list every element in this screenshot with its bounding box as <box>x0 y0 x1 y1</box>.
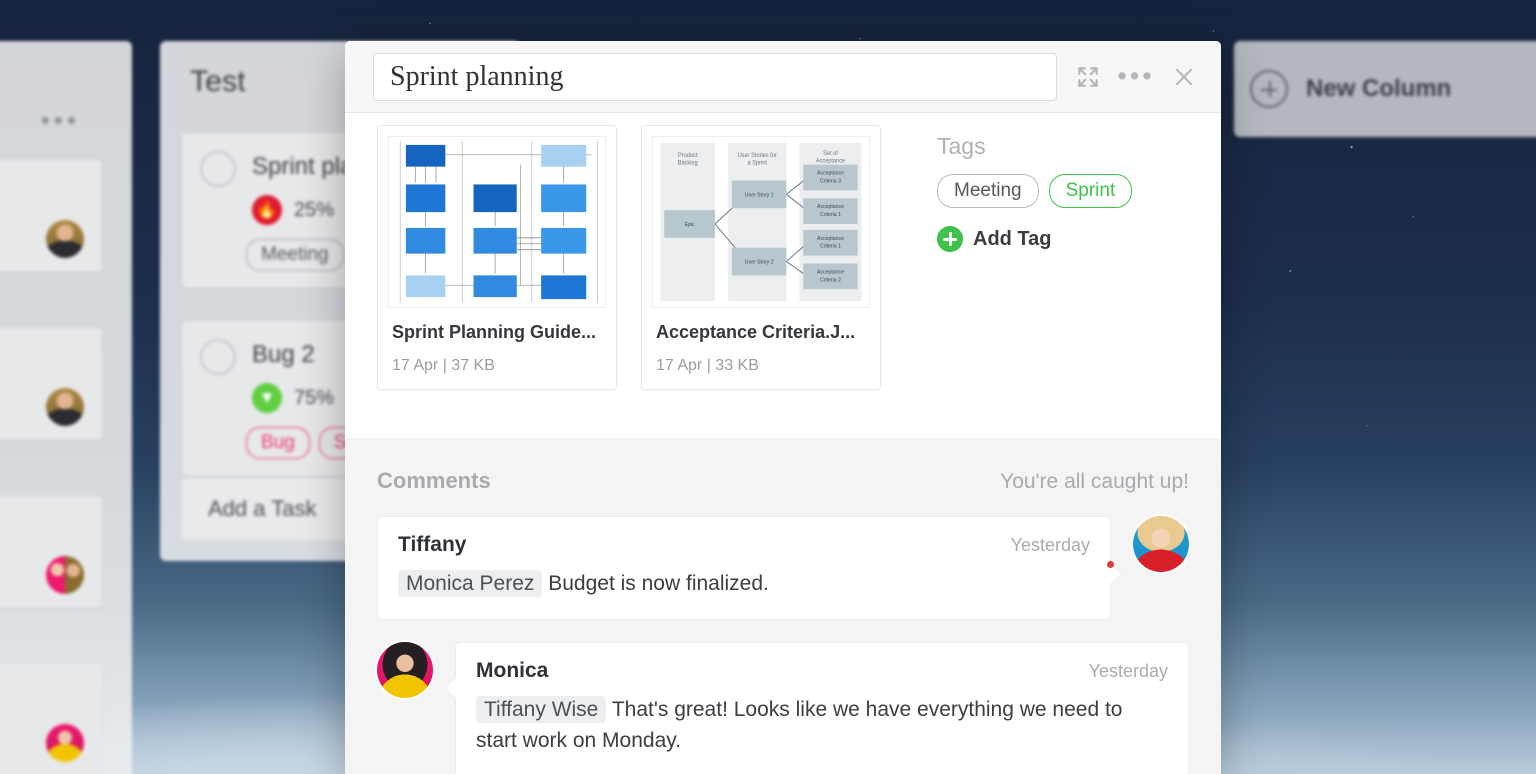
comment-time: Yesterday <box>1010 535 1090 555</box>
svg-text:User Story 1: User Story 1 <box>745 192 774 198</box>
comment-author: Tiffany <box>398 533 467 556</box>
board-card[interactable]: 25 May <box>0 496 102 608</box>
attachment-name: Acceptance Criteria.J... <box>656 322 856 342</box>
avatar <box>46 724 84 762</box>
comment-bubble[interactable]: Tiffany Yesterday Monica Perez Budget is… <box>377 516 1121 621</box>
close-icon[interactable] <box>1169 62 1199 92</box>
progress-value: 25% <box>294 198 335 221</box>
tags-label: Tags <box>937 133 986 159</box>
svg-text:Acceptance: Acceptance <box>816 159 845 165</box>
app-window: ••• Test 11 Jun 16 Jun 25 May 29 May Spr… <box>0 0 1536 774</box>
more-dots-icon[interactable]: ••• <box>41 107 80 133</box>
comment-item: Tiffany Yesterday Monica Perez Budget is… <box>377 516 1189 621</box>
svg-text:User Story 2: User Story 2 <box>745 259 774 265</box>
card-title: Bug 2 <box>252 341 315 368</box>
svg-text:Acceptance: Acceptance <box>817 236 844 242</box>
attachment-meta: 17 Apr | 33 KB <box>656 357 759 374</box>
svg-text:Criteria 3: Criteria 3 <box>820 178 841 184</box>
attachment-meta: 17 Apr | 37 KB <box>392 357 495 374</box>
plus-circle-green-icon <box>937 226 963 252</box>
card-date: 29 May <box>0 678 84 700</box>
card-tag[interactable]: Bug <box>246 427 310 459</box>
avatar-tiffany[interactable] <box>1133 516 1189 572</box>
tag-list: Meeting Sprint <box>937 174 1133 208</box>
board-card[interactable]: 11 Jun <box>0 160 102 272</box>
card-progress: ▼ 75% <box>252 383 334 413</box>
comments-header: Comments You're all caught up! <box>377 468 1189 494</box>
comment-item: Monica Yesterday Tiffany Wise That's gre… <box>377 642 1189 774</box>
task-title-input[interactable] <box>373 52 1057 101</box>
svg-text:Epic: Epic <box>685 222 695 228</box>
tag-meeting[interactable]: Meeting <box>937 174 1039 208</box>
modal-header-actions: ••• <box>1073 62 1199 92</box>
unread-dot <box>1107 561 1114 568</box>
svg-text:Acceptance: Acceptance <box>817 204 844 210</box>
attachment-list: Sprint Planning Guide... 17 Apr | 37 KB … <box>345 125 881 390</box>
mention-chip[interactable]: Monica Perez <box>398 570 543 597</box>
svg-text:Set of: Set of <box>823 151 838 157</box>
expand-icon[interactable] <box>1073 62 1103 92</box>
comment-text: Tiffany Wise That's great! Looks like we… <box>476 695 1168 756</box>
board-card[interactable]: 16 Jun <box>0 328 102 440</box>
svg-text:User Stories for: User Stories for <box>738 153 777 159</box>
add-tag-label: Add Tag <box>973 227 1052 250</box>
comment-body: Budget is now finalized. <box>548 572 769 595</box>
new-column-button[interactable]: New Column <box>1250 70 1451 108</box>
comment-header: Monica Yesterday <box>476 659 1168 683</box>
tags-panel: Tags Meeting Sprint Add Tag <box>881 125 1133 390</box>
comments-section: Comments You're all caught up! Tiffany Y… <box>345 438 1221 774</box>
chevron-down-icon: ▼ <box>252 383 282 413</box>
svg-text:Backlog: Backlog <box>678 161 698 167</box>
comment-author: Monica <box>476 659 549 683</box>
card-date: 16 Jun <box>0 342 84 364</box>
add-tag-button[interactable]: Add Tag <box>937 226 1132 252</box>
attachment-thumbnail-flowchart <box>388 136 606 308</box>
attachments-and-tags: Sprint Planning Guide... 17 Apr | 37 KB … <box>345 113 1221 390</box>
avatar <box>46 556 84 594</box>
card-tag[interactable]: Meeting <box>246 239 344 271</box>
board-card[interactable]: 29 May <box>0 664 102 774</box>
comment-text: Monica Perez Budget is now finalized. <box>398 569 1090 599</box>
task-detail-modal: ••• <box>345 41 1221 774</box>
avatar <box>46 220 84 258</box>
card-date: 25 May <box>0 510 84 532</box>
tag-sprint[interactable]: Sprint <box>1048 174 1133 208</box>
attachment-name: Sprint Planning Guide... <box>392 322 597 342</box>
svg-text:Criteria 1: Criteria 1 <box>820 244 841 250</box>
plus-circle-icon <box>1250 70 1288 108</box>
task-checkbox[interactable] <box>200 339 236 375</box>
attachment-card[interactable]: Product Backlog User Stories for a Sprint … <box>641 125 881 390</box>
svg-text:Product: Product <box>678 153 698 159</box>
fire-icon: 🔥 <box>252 195 282 225</box>
attachment-thumbnail-acceptance-criteria: Product Backlog User Stories for a Sprint … <box>652 136 870 308</box>
task-checkbox[interactable] <box>200 151 236 187</box>
caught-up-status: You're all caught up! <box>1000 470 1189 493</box>
avatar <box>46 388 84 426</box>
svg-text:a Sprint: a Sprint <box>748 161 768 167</box>
comment-time: Yesterday <box>1088 661 1168 682</box>
comment-header: Tiffany Yesterday <box>398 533 1090 557</box>
comment-bubble[interactable]: Monica Yesterday Tiffany Wise That's gre… <box>445 642 1189 774</box>
modal-header: ••• <box>345 41 1221 113</box>
progress-value: 75% <box>294 386 335 409</box>
new-column-label: New Column <box>1306 75 1452 102</box>
bubble-tail <box>445 677 457 700</box>
svg-text:Acceptance: Acceptance <box>817 269 844 275</box>
attachment-card[interactable]: Sprint Planning Guide... 17 Apr | 37 KB <box>377 125 617 390</box>
comments-title: Comments <box>377 468 491 493</box>
card-date: 11 Jun <box>0 174 84 196</box>
svg-text:Criteria 2: Criteria 2 <box>820 277 841 283</box>
mention-chip[interactable]: Tiffany Wise <box>476 696 607 724</box>
more-options-icon[interactable]: ••• <box>1117 62 1151 92</box>
svg-text:Criteria 1: Criteria 1 <box>820 212 841 218</box>
svg-text:Acceptance: Acceptance <box>817 170 844 176</box>
avatar-monica[interactable] <box>377 642 433 699</box>
